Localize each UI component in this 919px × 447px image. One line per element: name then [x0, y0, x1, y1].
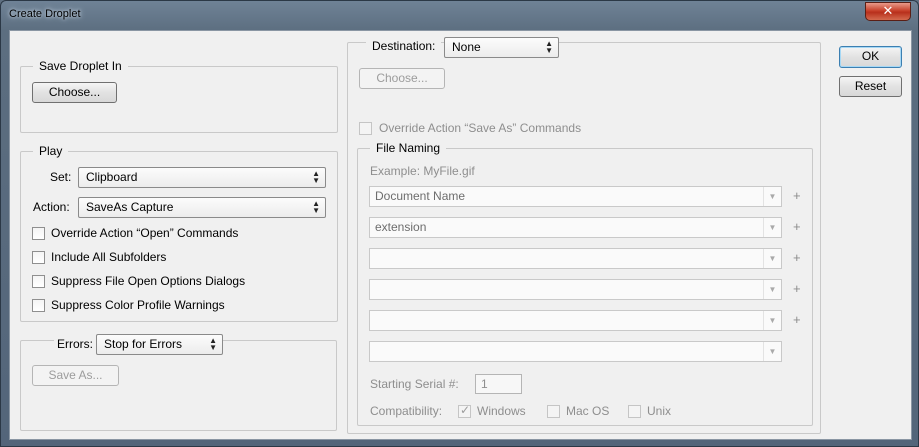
naming-field-2-value: extension	[375, 220, 427, 234]
include-subfolders-checkbox[interactable]	[32, 251, 45, 264]
naming-field-1-value: Document Name	[375, 189, 466, 203]
windows-label: Windows	[477, 404, 526, 418]
save-droplet-group: Save Droplet In Choose...	[20, 59, 338, 133]
dialog-body: Save Droplet In Choose... Play Set: Clip…	[9, 30, 912, 440]
title-bar[interactable]: Create Droplet ✕	[1, 1, 918, 29]
close-icon: ✕	[882, 3, 894, 18]
windows-checkbox[interactable]: ✓	[458, 403, 471, 418]
add-field-5-plus[interactable]: +	[793, 312, 801, 327]
naming-field-1[interactable]: Document Name ▼	[369, 186, 782, 207]
naming-field-6[interactable]: ▼	[369, 341, 782, 362]
errors-dropdown[interactable]: Stop for Errors ▲ ▼	[96, 334, 223, 355]
unix-label: Unix	[647, 404, 672, 418]
chevron-down-icon[interactable]: ▼	[763, 187, 781, 206]
check-icon: ✓	[460, 403, 471, 417]
set-label: Set:	[50, 170, 72, 184]
override-save-as-label: Override Action “Save As” Commands	[379, 121, 582, 135]
serial-input[interactable]: 1	[475, 374, 522, 394]
updown-arrows-icon: ▲ ▼	[209, 336, 217, 352]
suppress-color-warnings-checkbox[interactable]	[32, 299, 45, 312]
action-label: Action:	[33, 200, 70, 214]
chevron-down-icon[interactable]: ▼	[763, 311, 781, 330]
save-droplet-legend: Save Droplet In	[33, 59, 128, 73]
errors-label: Errors:	[54, 337, 96, 351]
save-as-button[interactable]: Save As...	[32, 365, 119, 386]
override-save-as-checkbox[interactable]	[359, 122, 372, 135]
naming-field-2[interactable]: extension ▼	[369, 217, 782, 238]
example-text: Example: MyFile.gif	[370, 164, 475, 178]
play-legend: Play	[33, 144, 69, 158]
set-value: Clipboard	[86, 170, 138, 184]
action-value: SaveAs Capture	[86, 200, 174, 214]
destination-dropdown[interactable]: None ▲ ▼	[444, 37, 559, 58]
reset-label: Reset	[854, 79, 887, 93]
updown-arrows-icon: ▲ ▼	[312, 199, 320, 215]
suppress-open-options-checkbox[interactable]	[32, 275, 45, 288]
override-open-checkbox[interactable]	[32, 227, 45, 240]
ok-label: OK	[861, 49, 880, 63]
add-field-2-plus[interactable]: +	[793, 219, 801, 234]
include-subfolders-label: Include All Subfolders	[51, 250, 167, 264]
play-group: Play Set: Clipboard ▲ ▼ Action: SaveAs Ca…	[20, 144, 338, 322]
naming-field-4[interactable]: ▼	[369, 279, 782, 300]
suppress-color-warnings-label: Suppress Color Profile Warnings	[51, 298, 225, 312]
macos-checkbox[interactable]	[547, 405, 560, 418]
action-dropdown[interactable]: SaveAs Capture ▲ ▼	[78, 197, 326, 218]
choose-destination-label: Choose...	[376, 71, 428, 85]
chevron-down-icon[interactable]: ▼	[763, 218, 781, 237]
file-naming-legend: File Naming	[370, 141, 447, 155]
destination-group: Destination: None ▲ ▼ Choose... Override …	[347, 37, 821, 434]
add-field-4-plus[interactable]: +	[793, 281, 801, 296]
updown-arrows-icon: ▲ ▼	[545, 39, 553, 55]
chevron-down-icon[interactable]: ▼	[763, 280, 781, 299]
add-field-1-plus[interactable]: +	[793, 188, 801, 203]
destination-label: Destination:	[366, 39, 442, 53]
errors-group: Errors: Stop for Errors ▲ ▼ Save As...	[20, 334, 337, 431]
unix-checkbox[interactable]	[628, 405, 641, 418]
naming-field-5[interactable]: ▼	[369, 310, 782, 331]
updown-arrows-icon: ▲ ▼	[312, 169, 320, 185]
set-dropdown[interactable]: Clipboard ▲ ▼	[78, 167, 326, 188]
override-open-label: Override Action “Open” Commands	[51, 226, 239, 240]
destination-value: None	[452, 40, 481, 54]
choose-label: Choose...	[48, 85, 101, 99]
chevron-down-icon[interactable]: ▼	[763, 249, 781, 268]
compatibility-label: Compatibility:	[370, 404, 443, 418]
window-title: Create Droplet	[9, 8, 81, 20]
dialog-window: Create Droplet ✕ Save Droplet In Choose.…	[0, 0, 919, 447]
choose-destination-button[interactable]: Choose...	[359, 68, 445, 89]
add-field-3-plus[interactable]: +	[793, 250, 801, 265]
save-as-label: Save As...	[48, 368, 103, 382]
naming-field-3[interactable]: ▼	[369, 248, 782, 269]
serial-value: 1	[481, 377, 488, 391]
ok-button[interactable]: OK	[839, 46, 902, 68]
close-button[interactable]: ✕	[865, 2, 911, 21]
serial-label: Starting Serial #:	[370, 377, 459, 391]
chevron-down-icon[interactable]: ▼	[763, 342, 781, 361]
reset-button[interactable]: Reset	[839, 76, 902, 97]
macos-label: Mac OS	[566, 404, 610, 418]
choose-save-location-button[interactable]: Choose...	[32, 82, 117, 103]
suppress-open-options-label: Suppress File Open Options Dialogs	[51, 274, 246, 288]
errors-value: Stop for Errors	[104, 337, 183, 351]
file-naming-group: File Naming Example: MyFile.gif Document…	[357, 141, 813, 426]
